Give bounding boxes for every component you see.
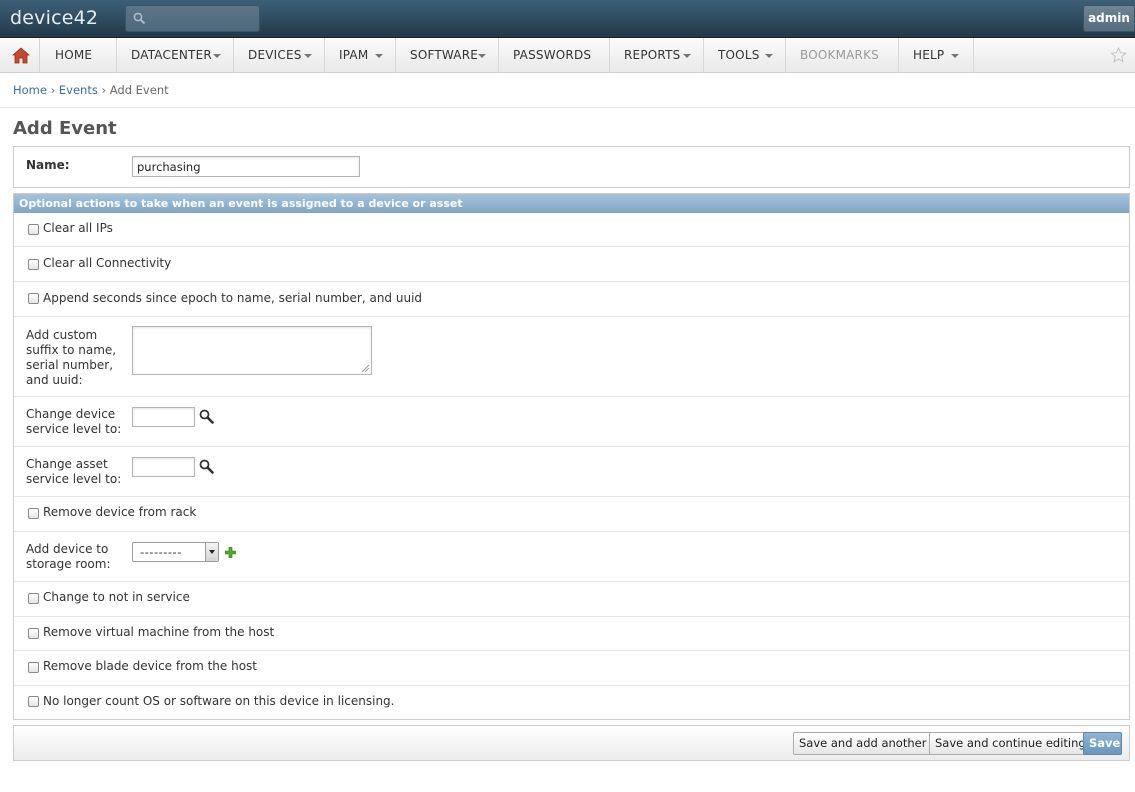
nav-devices[interactable]: DEVICES [234, 38, 325, 73]
chevron-down-icon [375, 54, 383, 58]
home-icon [12, 47, 30, 64]
remove-vm-row: Remove virtual machine from the host [14, 617, 1129, 651]
bookmark-star-icon[interactable] [1110, 47, 1127, 63]
name-input[interactable] [132, 156, 360, 177]
page-title: Add Event [13, 118, 117, 139]
save-and-add-another-button[interactable]: Save and add another [793, 732, 933, 755]
remove-from-rack-checkbox[interactable] [28, 508, 39, 519]
save-and-continue-button[interactable]: Save and continue editing [929, 732, 1092, 755]
chevron-down-icon [478, 54, 486, 58]
save-button[interactable]: Save [1083, 732, 1122, 755]
lookup-search-icon[interactable] [199, 409, 214, 424]
storage-room-select[interactable]: --------- [132, 542, 219, 562]
remove-blade-row: Remove blade device from the host [14, 651, 1129, 686]
name-fieldset: Name: [13, 146, 1130, 188]
remove-from-rack-label[interactable]: Remove device from rack [43, 505, 196, 519]
clear-connectivity-row: Clear all Connectivity [14, 247, 1129, 282]
not-in-service-row: Change to not in service [14, 582, 1129, 617]
breadcrumb-home-link[interactable]: Home [13, 83, 47, 97]
chevron-down-icon [683, 54, 691, 58]
lookup-search-icon[interactable] [199, 459, 214, 474]
custom-suffix-row: Add custom suffix to name, serial number… [14, 317, 1129, 397]
add-plus-icon[interactable] [225, 547, 236, 558]
event-actions-module: Optional actions to take when an event i… [13, 193, 1130, 720]
nav-tools-label: TOOLS [718, 48, 760, 62]
no-licensing-row: No longer count OS or software on this d… [14, 686, 1129, 719]
clear-ips-label[interactable]: Clear all IPs [43, 221, 113, 235]
device-service-level-row: Change device service level to: [14, 397, 1129, 447]
append-seconds-checkbox[interactable] [28, 293, 39, 304]
nav-datacenter[interactable]: DATACENTER [117, 38, 234, 73]
resize-grip-icon[interactable] [361, 364, 370, 373]
not-in-service-label[interactable]: Change to not in service [43, 590, 190, 604]
not-in-service-checkbox[interactable] [28, 593, 39, 604]
nav-passwords[interactable]: PASSWORDS [499, 38, 610, 73]
submit-row: Save and add another Save and continue e… [13, 725, 1130, 761]
user-menu-button[interactable]: admin [1083, 5, 1135, 32]
nav-software-label: SOFTWARE [410, 48, 479, 62]
nav-software[interactable]: SOFTWARE [396, 38, 499, 73]
breadcrumb-current: Add Event [109, 83, 169, 97]
breadcrumb: Home › Events › Add Event [0, 73, 1135, 108]
chevron-down-icon [951, 54, 959, 58]
remove-blade-label[interactable]: Remove blade device from the host [43, 659, 257, 673]
remove-vm-checkbox[interactable] [28, 628, 39, 639]
nav-help[interactable]: HELP [899, 38, 974, 73]
clear-connectivity-label[interactable]: Clear all Connectivity [43, 256, 171, 270]
remove-blade-checkbox[interactable] [28, 662, 39, 673]
no-licensing-checkbox[interactable] [28, 696, 39, 707]
clear-ips-row: Clear all IPs [14, 213, 1129, 247]
nav-ipam[interactable]: IPAM [325, 38, 396, 73]
breadcrumb-separator: › [101, 83, 107, 97]
clear-ips-checkbox[interactable] [28, 224, 39, 235]
nav-reports-label: REPORTS [624, 48, 681, 62]
remove-vm-label[interactable]: Remove virtual machine from the host [43, 625, 274, 639]
nav-home[interactable]: HOME [41, 38, 117, 73]
nav-ipam-label: IPAM [339, 48, 369, 62]
breadcrumb-separator: › [50, 83, 56, 97]
breadcrumb-events-link[interactable]: Events [59, 83, 98, 97]
custom-suffix-textarea[interactable] [132, 326, 372, 375]
storage-room-selected-value: --------- [140, 545, 182, 559]
main-nav: HOME DATACENTER DEVICES IPAM SOFTWARE PA… [0, 38, 1135, 73]
search-input[interactable] [125, 5, 260, 32]
asset-service-level-input[interactable] [132, 457, 195, 477]
nav-bookmarks[interactable]: BOOKMARKS [786, 38, 899, 73]
remove-from-rack-row: Remove device from rack [14, 497, 1129, 532]
chevron-down-icon [304, 54, 312, 58]
nav-datacenter-label: DATACENTER [131, 48, 212, 62]
nav-devices-label: DEVICES [248, 48, 302, 62]
nav-reports[interactable]: REPORTS [610, 38, 704, 73]
append-seconds-row: Append seconds since epoch to name, seri… [14, 282, 1129, 317]
dropdown-arrow-icon[interactable] [205, 543, 218, 561]
device-service-level-input[interactable] [132, 407, 195, 427]
nav-home-label: HOME [55, 48, 93, 62]
no-licensing-label[interactable]: No longer count OS or software on this d… [43, 694, 394, 708]
section-header: Optional actions to take when an event i… [14, 194, 1129, 213]
chevron-down-icon [213, 54, 221, 58]
nav-tools[interactable]: TOOLS [704, 38, 786, 73]
search-icon [133, 12, 146, 25]
chevron-down-icon [765, 54, 773, 58]
asset-service-level-row: Change asset service level to: [14, 447, 1129, 497]
name-label: Name: [26, 158, 70, 172]
asset-service-level-label: Change asset service level to: [26, 457, 122, 486]
storage-room-row: Add device to storage room: --------- [14, 532, 1129, 582]
append-seconds-label[interactable]: Append seconds since epoch to name, seri… [43, 291, 422, 305]
top-header: device42 admin [0, 0, 1135, 38]
nav-bookmarks-label: BOOKMARKS [800, 48, 879, 62]
custom-suffix-label: Add custom suffix to name, serial number… [26, 328, 117, 387]
storage-room-label: Add device to storage room: [26, 542, 111, 571]
device-service-level-label: Change device service level to: [26, 407, 122, 436]
nav-help-label: HELP [913, 48, 945, 62]
app-logo[interactable]: device42 [10, 7, 98, 29]
nav-passwords-label: PASSWORDS [513, 48, 592, 62]
clear-connectivity-checkbox[interactable] [28, 259, 39, 270]
nav-home-icon-button[interactable] [0, 38, 40, 73]
